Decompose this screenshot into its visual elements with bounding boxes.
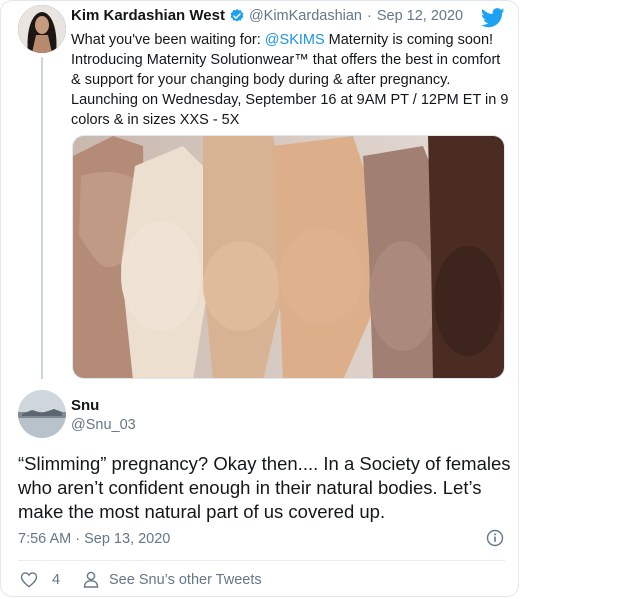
tweet-text-part: What you've been waiting for: xyxy=(71,32,265,48)
author-handle[interactable]: @KimKardashian xyxy=(249,8,362,24)
see-other-tweets-label: See Snu’s other Tweets xyxy=(109,571,262,588)
tweet-card: Kim Kardashian West @KimKardashian · Sep… xyxy=(0,0,519,597)
reply-author-name[interactable]: Snu xyxy=(71,397,99,414)
person-icon xyxy=(83,571,99,588)
info-icon[interactable] xyxy=(486,529,504,547)
heart-icon xyxy=(20,572,38,588)
divider xyxy=(18,560,505,561)
twitter-bird-icon[interactable] xyxy=(481,7,505,29)
reply-author-handle[interactable]: @Snu_03 xyxy=(71,417,136,433)
see-other-tweets-link[interactable]: See Snu’s other Tweets xyxy=(83,571,262,588)
author-name[interactable]: Kim Kardashian West xyxy=(71,7,225,24)
snu-avatar[interactable] xyxy=(18,390,66,438)
kim-avatar[interactable] xyxy=(18,5,66,53)
skims-mention-link[interactable]: @SKIMS xyxy=(265,32,325,48)
tweet-photo[interactable] xyxy=(72,135,505,379)
reply-timestamp[interactable]: 7:56 AM · Sep 13, 2020 xyxy=(18,531,170,547)
meta-separator: · xyxy=(367,7,372,24)
like-count: 4 xyxy=(52,571,61,588)
like-button[interactable]: 4 xyxy=(20,571,60,588)
thread-line xyxy=(41,57,43,379)
tweet-text: What you've been waiting for: @SKIMS Mat… xyxy=(71,30,511,130)
tweet-date[interactable]: Sep 12, 2020 xyxy=(377,8,463,24)
verified-badge-icon xyxy=(229,8,245,24)
reply-text: “Slimming” pregnancy? Okay then.... In a… xyxy=(18,453,511,522)
original-tweet-header: Kim Kardashian West @KimKardashian · Sep… xyxy=(71,7,463,24)
